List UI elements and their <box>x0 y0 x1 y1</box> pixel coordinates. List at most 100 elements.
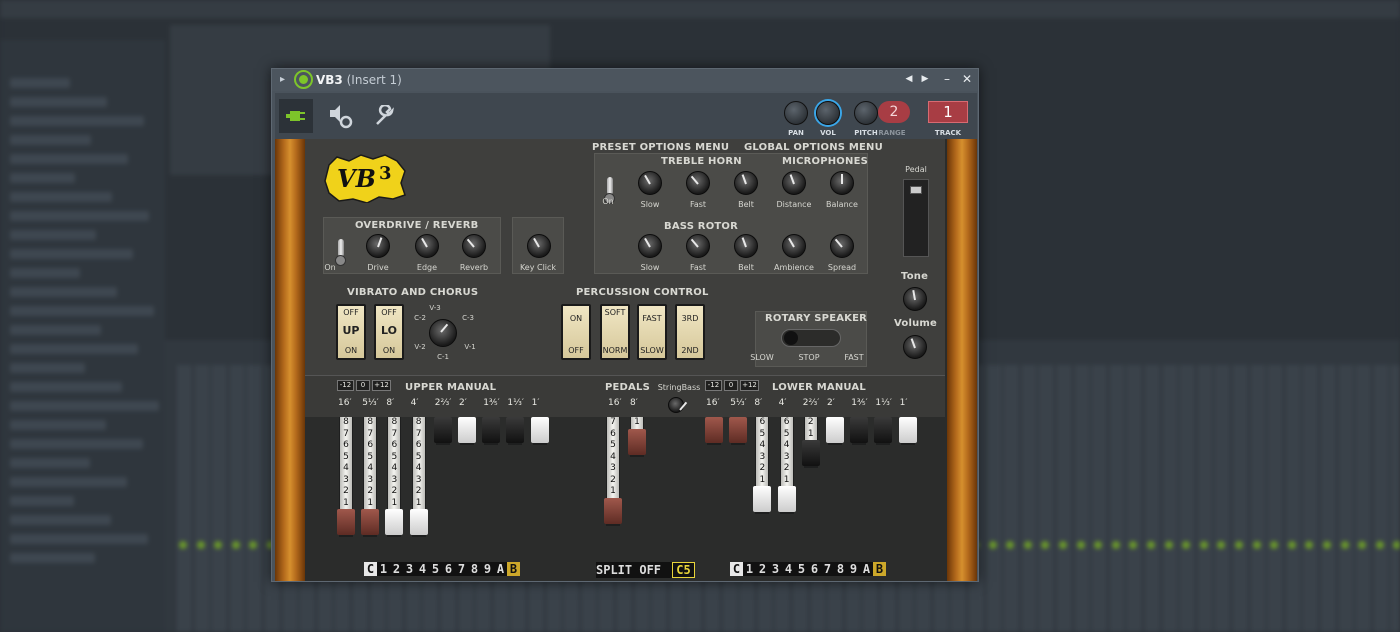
lower-preset-key[interactable]: 4 <box>782 562 795 576</box>
lower-preset-key[interactable]: 5 <box>795 562 808 576</box>
upper-drawbar-handle[interactable] <box>361 509 380 535</box>
lower-drawbar[interactable] <box>826 417 844 445</box>
upper-preset-key[interactable]: 4 <box>416 562 429 576</box>
lower-drawbar[interactable]: 654321 <box>777 417 796 514</box>
lower-drawbar[interactable] <box>705 417 723 445</box>
perc-decay-button[interactable]: FAST SLOW <box>637 304 667 360</box>
drive-knob[interactable] <box>366 234 390 258</box>
perc-volume-button[interactable]: SOFT NORM <box>600 304 630 360</box>
reverb-knob[interactable] <box>462 234 486 258</box>
upper-drawbar[interactable]: 87654321 <box>409 417 428 537</box>
upper-drawbar[interactable] <box>433 417 452 445</box>
split-control[interactable]: SPLIT OFF C5 <box>596 562 695 578</box>
key-click-knob[interactable] <box>527 234 551 258</box>
rotor-fast-knob[interactable] <box>686 234 710 258</box>
lower-transpose-down[interactable]: -12 <box>705 380 722 391</box>
balance-knob[interactable] <box>830 171 854 195</box>
pitch-knob[interactable] <box>854 101 878 125</box>
lower-transpose-up[interactable]: +12 <box>740 380 759 391</box>
rotor-slow-knob[interactable] <box>638 234 662 258</box>
master-volume-knob[interactable] <box>903 335 927 359</box>
horn-belt-knob[interactable] <box>734 171 758 195</box>
upper-drawbar-handle[interactable] <box>506 417 525 443</box>
ambience-knob[interactable] <box>782 234 806 258</box>
vibrato-upper-button[interactable]: OFF UP ON <box>336 304 366 360</box>
menu-arrow-icon[interactable]: ▸ <box>280 74 285 85</box>
split-label[interactable]: SPLIT OFF <box>596 563 661 577</box>
upper-drawbar-handle[interactable] <box>482 417 501 443</box>
close-button[interactable]: ✕ <box>960 72 974 86</box>
rotor-belt-knob[interactable] <box>734 234 758 258</box>
lower-preset-key[interactable]: 8 <box>834 562 847 576</box>
horn-slow-knob[interactable] <box>638 171 662 195</box>
lower-drawbar[interactable] <box>729 417 748 445</box>
vibrato-lower-button[interactable]: OFF LO ON <box>374 304 404 360</box>
upper-drawbar[interactable]: 87654321 <box>361 417 380 537</box>
lower-preset-key[interactable]: 3 <box>769 562 782 576</box>
upper-preset-key[interactable]: 2 <box>390 562 403 576</box>
prev-preset-button[interactable]: ◀ <box>902 74 916 84</box>
perc-harmonic-button[interactable]: 3RD 2ND <box>675 304 705 360</box>
minimize-button[interactable]: – <box>940 72 954 86</box>
upper-preset-key[interactable]: 7 <box>455 562 468 576</box>
lower-preset-key[interactable]: 9 <box>847 562 860 576</box>
upper-transpose-zero[interactable]: 0 <box>356 380 370 391</box>
volume-knob[interactable] <box>816 101 840 125</box>
upper-preset-key[interactable]: A <box>494 562 507 576</box>
pedal-drawbar[interactable]: 7654321 <box>604 417 622 526</box>
upper-preset-key[interactable]: 9 <box>481 562 494 576</box>
lower-preset-key[interactable]: 2 <box>756 562 769 576</box>
spread-knob[interactable] <box>830 234 854 258</box>
perc-on-button[interactable]: ON OFF <box>561 304 591 360</box>
expression-pedal[interactable] <box>903 179 929 257</box>
string-bass-knob[interactable] <box>668 397 684 413</box>
pedal-drawbar-handle[interactable] <box>604 497 622 524</box>
upper-preset-key[interactable]: 5 <box>429 562 442 576</box>
upper-preset-key[interactable]: 1 <box>377 562 390 576</box>
preset-options-menu[interactable]: PRESET OPTIONS MENU <box>592 142 729 153</box>
lower-drawbar[interactable]: 654321 <box>753 417 772 514</box>
lower-drawbar-handle[interactable] <box>729 417 748 443</box>
lower-preset-key[interactable]: C <box>730 562 743 576</box>
lower-drawbar-handle[interactable] <box>898 417 917 443</box>
upper-drawbar[interactable]: 87654321 <box>385 417 404 537</box>
lower-drawbar-handle[interactable] <box>801 440 820 466</box>
distance-knob[interactable] <box>782 171 806 195</box>
lower-preset-key[interactable]: 6 <box>808 562 821 576</box>
horn-fast-knob[interactable] <box>686 171 710 195</box>
split-note[interactable]: C5 <box>672 562 695 578</box>
upper-preset-key[interactable]: B <box>507 562 520 576</box>
lower-drawbar[interactable] <box>874 417 893 445</box>
upper-drawbar[interactable] <box>530 417 549 445</box>
pedal-drawbar-handle[interactable] <box>628 428 646 455</box>
lower-preset-key[interactable]: 7 <box>821 562 834 576</box>
upper-drawbar-handle[interactable] <box>337 509 355 535</box>
lower-drawbar-handle[interactable] <box>850 417 869 443</box>
pitch-range-value[interactable]: 2 <box>878 101 910 123</box>
wrapper-settings-tab[interactable] <box>367 99 401 133</box>
upper-transpose-down[interactable]: -12 <box>337 380 354 391</box>
global-options-menu[interactable]: GLOBAL OPTIONS MENU <box>744 142 883 153</box>
upper-preset-key[interactable]: 3 <box>403 562 416 576</box>
upper-drawbar[interactable] <box>506 417 525 445</box>
lower-drawbar-handle[interactable] <box>753 486 772 512</box>
upper-drawbar[interactable] <box>458 417 476 445</box>
title-bar[interactable]: ▸ VB3 (Insert 1) ◀ ▶ – ✕ <box>272 69 978 91</box>
pedal-handle[interactable] <box>910 186 922 194</box>
upper-preset-key[interactable]: 6 <box>442 562 455 576</box>
tone-knob[interactable] <box>903 287 927 311</box>
upper-drawbar-handle[interactable] <box>458 417 476 443</box>
upper-preset-key[interactable]: C <box>364 562 377 576</box>
pedal-drawbar[interactable]: 1 <box>628 417 646 457</box>
rotary-switch-knob[interactable] <box>784 331 798 345</box>
mixer-track-value[interactable]: 1 <box>928 101 968 123</box>
upper-drawbar[interactable] <box>482 417 501 445</box>
lower-drawbar[interactable] <box>898 417 917 445</box>
lower-preset-key[interactable]: 1 <box>743 562 756 576</box>
lower-preset-key[interactable]: A <box>860 562 873 576</box>
next-preset-button[interactable]: ▶ <box>918 74 932 84</box>
edge-knob[interactable] <box>415 234 439 258</box>
channel-settings-tab[interactable] <box>323 99 357 133</box>
plugin-editor-tab[interactable] <box>279 99 313 133</box>
upper-drawbar-handle[interactable] <box>433 417 452 443</box>
